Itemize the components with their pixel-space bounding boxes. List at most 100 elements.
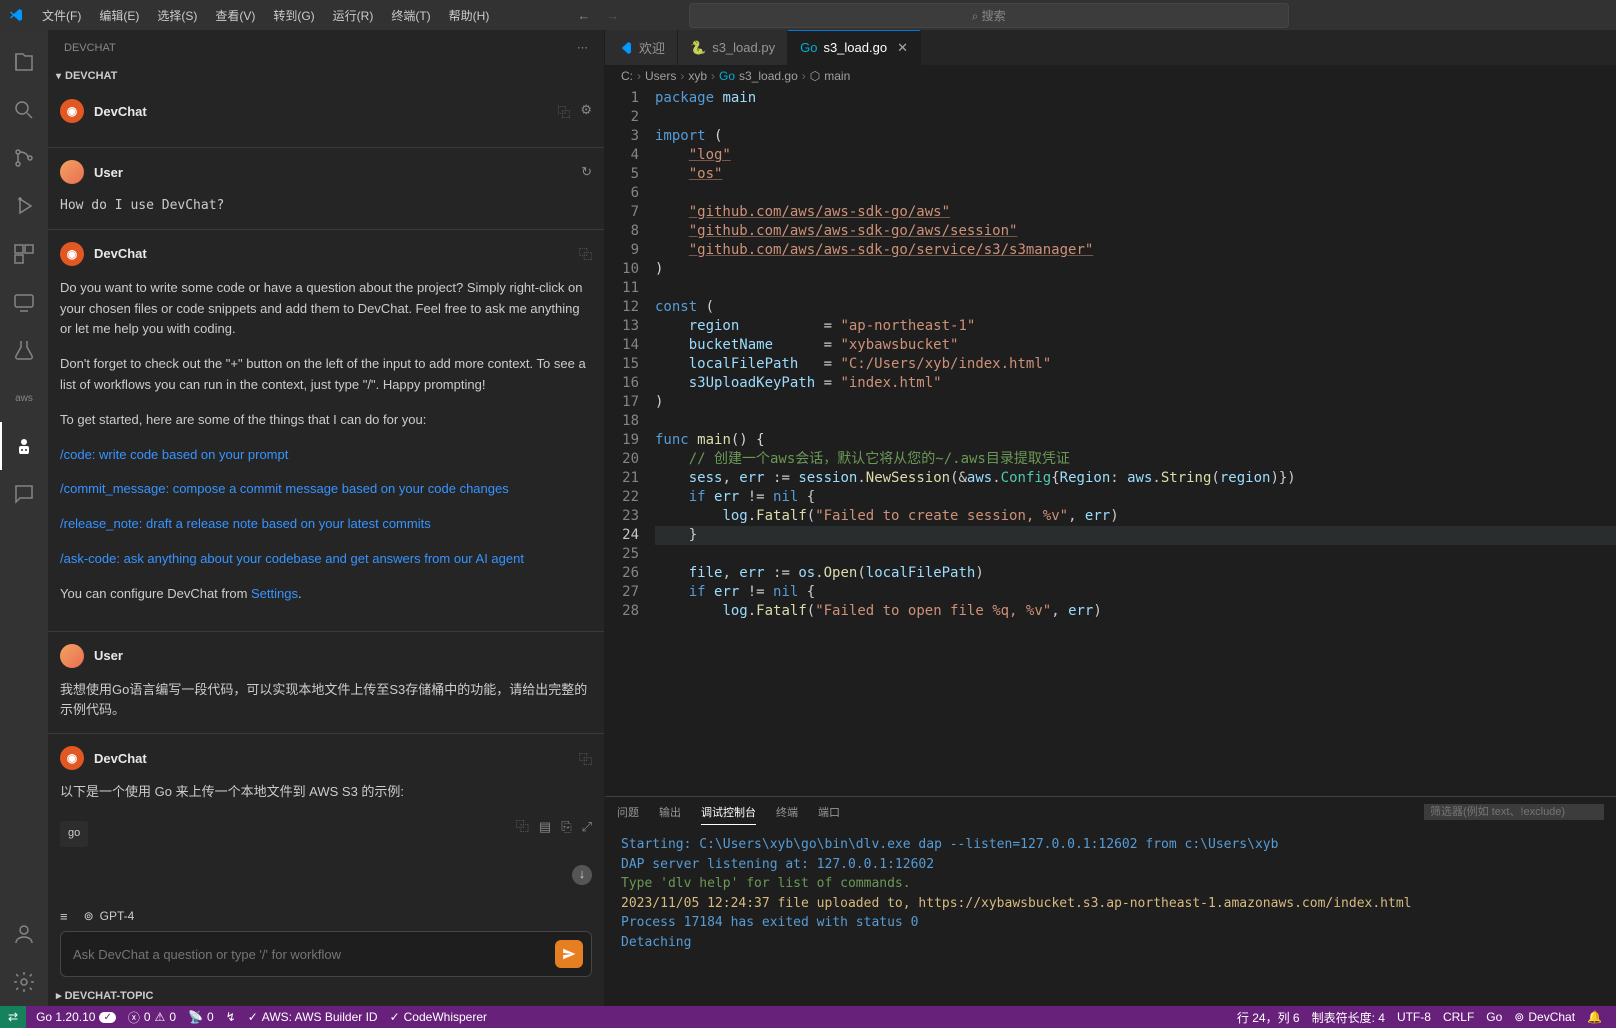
section-devchat-topic[interactable]: DEVCHAT-TOPIC <box>48 985 604 1006</box>
code-editor[interactable]: 1234567891011121314151617181920212223242… <box>605 87 1616 796</box>
tab-welcome[interactable]: 欢迎 <box>605 30 678 65</box>
chat-author: User <box>94 165 123 180</box>
cmd-code-link[interactable]: /code: write code based on your prompt <box>60 447 288 462</box>
activity-extensions[interactable] <box>0 230 48 278</box>
sb-encoding[interactable]: UTF-8 <box>1391 1006 1437 1028</box>
sb-codewhisperer[interactable]: ✓ CodeWhisperer <box>384 1006 493 1028</box>
devchat-avatar-icon: ◉ <box>60 99 84 123</box>
menu-file[interactable]: 文件(F) <box>34 3 89 28</box>
nav-forward-icon[interactable]: → <box>606 8 619 23</box>
menubar: 文件(F) 编辑(E) 选择(S) 查看(V) 转到(G) 运行(R) 终端(T… <box>34 3 497 28</box>
sb-ports[interactable]: 📡 0 <box>182 1006 220 1028</box>
section-devchat[interactable]: DEVCHAT <box>48 65 604 87</box>
sb-language[interactable]: Go <box>1480 1006 1508 1028</box>
sb-eol[interactable]: CRLF <box>1437 1006 1480 1028</box>
send-icon <box>562 947 576 961</box>
activity-bar: aws <box>0 30 48 1006</box>
activity-aws[interactable]: aws <box>0 374 48 422</box>
menu-help[interactable]: 帮助(H) <box>441 3 498 28</box>
sb-aws[interactable]: ✓ AWS: AWS Builder ID <box>242 1006 384 1028</box>
debug-console-output[interactable]: Starting: C:\Users\xyb\go\bin\dlv.exe da… <box>605 827 1616 1006</box>
line-gutter: 1234567891011121314151617181920212223242… <box>605 87 655 796</box>
copy-icon[interactable]: ⿻ <box>579 749 592 768</box>
user-avatar-icon <box>60 644 84 668</box>
cmd-release-link[interactable]: /release_note: draft a release note base… <box>60 516 431 531</box>
tab-s3-load-py[interactable]: 🐍 s3_load.py <box>678 30 788 65</box>
refresh-icon[interactable]: ↻ <box>581 164 592 180</box>
activity-testing[interactable] <box>0 326 48 374</box>
more-icon[interactable]: ⋯ <box>577 41 588 54</box>
activity-explorer[interactable] <box>0 38 48 86</box>
context-icon[interactable]: ≡ <box>60 909 68 924</box>
activity-remote[interactable] <box>0 278 48 326</box>
activity-accounts[interactable] <box>0 910 48 958</box>
code-lang-badge: go <box>60 821 88 847</box>
remote-icon: ⇄ <box>8 1010 18 1024</box>
activity-debug[interactable] <box>0 182 48 230</box>
chat-message: ◉ DevChat ⿻ ⚙ <box>48 87 604 148</box>
menu-go[interactable]: 转到(G) <box>265 3 322 28</box>
sb-problems[interactable]: ⓧ 0 ⚠ 0 <box>122 1006 182 1028</box>
go-icon: Go <box>800 40 817 55</box>
cmd-ask-code-link[interactable]: /ask-code: ask anything about your codeb… <box>60 551 524 566</box>
menu-terminal[interactable]: 终端(T) <box>383 3 438 28</box>
sb-devchat[interactable]: ⊚DevChat <box>1508 1006 1581 1028</box>
chat-text: Do you want to write some code or have a… <box>60 278 592 605</box>
code-content[interactable]: package mainimport ( "log" "os" "github.… <box>655 87 1616 796</box>
menu-view[interactable]: 查看(V) <box>207 3 263 28</box>
chat-author: DevChat <box>94 246 147 261</box>
menu-selection[interactable]: 选择(S) <box>149 3 205 28</box>
chat-input-box[interactable] <box>60 931 592 977</box>
sb-go-version[interactable]: Go 1.20.10 ✓ <box>30 1006 122 1028</box>
chat-author: DevChat <box>94 104 147 119</box>
menu-run[interactable]: 运行(R) <box>325 3 382 28</box>
cmd-commit-link[interactable]: /commit_message: compose a commit messag… <box>60 481 509 496</box>
activity-settings[interactable] <box>0 958 48 1006</box>
chat-message: ◉ DevChat ⿻ Do you want to write some co… <box>48 230 604 632</box>
settings-link[interactable]: Settings <box>251 586 298 601</box>
model-selector[interactable]: ⊚ GPT-4 <box>76 907 143 925</box>
panel-tab-terminal[interactable]: 终端 <box>776 800 798 824</box>
panel-tab-ports[interactable]: 端口 <box>818 800 840 824</box>
nav-back-icon[interactable]: ← <box>577 8 590 23</box>
chat-message: ◉ DevChat ⿻ 以下是一个使用 Go 来上传一个本地文件到 AWS S3… <box>48 734 604 896</box>
activity-chat[interactable] <box>0 470 48 518</box>
close-tab-icon[interactable]: ✕ <box>897 40 908 56</box>
chat-author: DevChat <box>94 751 147 766</box>
model-icon: ⊚ <box>84 909 94 923</box>
activity-devchat[interactable] <box>0 422 48 470</box>
sidebar-header: DEVCHAT ⋯ <box>48 30 604 65</box>
sidebar-title: DEVCHAT <box>64 42 116 54</box>
sb-indentation[interactable]: 制表符长度: 4 <box>1306 1006 1391 1028</box>
copy-icon[interactable]: ⿻ <box>557 102 570 121</box>
chat-text: 以下是一个使用 Go 来上传一个本地文件到 AWS S3 的示例: go ⿻ ▤… <box>60 782 592 884</box>
copy-code-icon[interactable]: ⿻ <box>516 817 529 838</box>
gear-icon[interactable]: ⚙ <box>580 102 592 121</box>
command-center-search[interactable]: ⌕ 搜索 <box>689 3 1289 28</box>
sb-cursor-position[interactable]: 行 24，列 6 <box>1231 1006 1306 1028</box>
panel-tab-problems[interactable]: 问题 <box>617 800 639 824</box>
editor-tabs: 欢迎 🐍 s3_load.py Go s3_load.go ✕ <box>605 30 1616 65</box>
panel-filter-input[interactable] <box>1424 804 1604 820</box>
panel-tab-output[interactable]: 输出 <box>659 800 681 824</box>
activity-scm[interactable] <box>0 134 48 182</box>
sidebar-devchat: DEVCHAT ⋯ DEVCHAT ◉ DevChat ⿻ ⚙ <box>48 30 605 1006</box>
panel-tab-debug-console[interactable]: 调试控制台 <box>701 800 756 825</box>
tab-s3-load-go[interactable]: Go s3_load.go ✕ <box>788 30 921 65</box>
insert-code-icon[interactable]: ▤ <box>539 817 551 838</box>
scroll-down-icon[interactable]: ↓ <box>572 865 592 885</box>
sb-notifications[interactable]: 🔔 <box>1581 1006 1608 1028</box>
menu-edit[interactable]: 编辑(E) <box>91 3 147 28</box>
send-button[interactable] <box>555 940 583 968</box>
remote-indicator[interactable]: ⇄ <box>0 1006 26 1028</box>
sb-debug[interactable]: ↯ <box>220 1006 242 1028</box>
devchat-avatar-icon: ◉ <box>60 242 84 266</box>
search-icon: ⌕ <box>972 9 982 23</box>
breadcrumb[interactable]: C:› Users› xyb› Go s3_load.go› ⬡ main <box>605 65 1616 87</box>
copy-icon[interactable]: ⿻ <box>579 244 592 263</box>
expand-icon[interactable]: ⤢ <box>582 817 592 838</box>
activity-search[interactable] <box>0 86 48 134</box>
chat-body: ◉ DevChat ⿻ ⚙ User ↻ How do I use DevCha… <box>48 87 604 899</box>
diff-icon[interactable]: ⎘ <box>561 817 571 838</box>
chat-input[interactable] <box>73 947 555 962</box>
